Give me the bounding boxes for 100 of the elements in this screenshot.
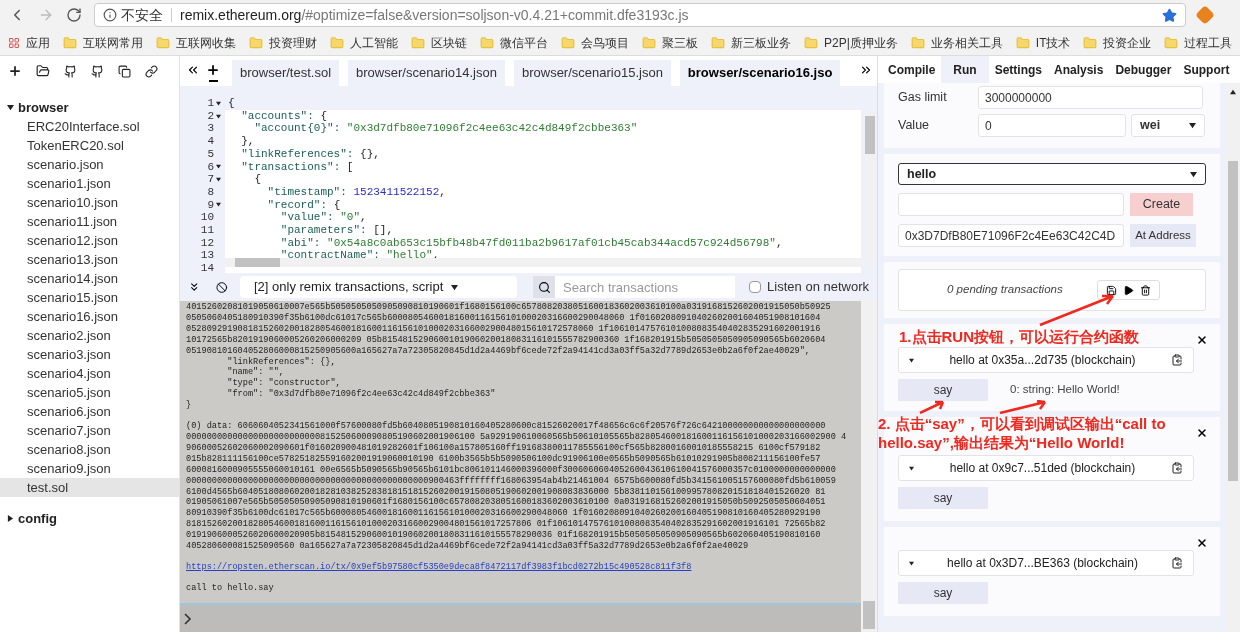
folder-item[interactable]: config	[18, 508, 57, 529]
reload-icon[interactable]	[66, 7, 82, 23]
trash-icon[interactable]	[1139, 284, 1151, 296]
editor-tab[interactable]: browser/scenario14.json	[348, 60, 505, 86]
github-icon[interactable]	[91, 64, 104, 78]
scroll-up-icon[interactable]	[1230, 89, 1236, 95]
gas-limit-field[interactable]: 3000000000	[978, 86, 1203, 109]
file-item[interactable]: scenario5.json	[0, 383, 179, 402]
vertical-scrollbar[interactable]	[1226, 83, 1240, 632]
file-item[interactable]: scenario2.json	[0, 326, 179, 345]
file-item[interactable]: scenario11.json	[0, 212, 179, 231]
bookmark-item[interactable]: 区块链	[411, 33, 467, 52]
caret-icon[interactable]	[909, 357, 914, 363]
create-button[interactable]: Create	[1130, 193, 1193, 216]
file-item[interactable]: scenario.json	[0, 155, 179, 174]
caret-icon[interactable]	[1190, 170, 1197, 178]
bookmark-item[interactable]: 微信平台	[480, 33, 548, 52]
bookmark-item[interactable]: 互联网收集	[156, 33, 236, 52]
file-item[interactable]: scenario15.json	[0, 288, 179, 307]
address-bar[interactable]: 不安全 remix.ethereum.org/#optimize=false&version=soljson-v0.4.21+commit.dfe3193c.js	[94, 3, 1186, 27]
function-button[interactable]: say	[898, 487, 988, 509]
caret-icon[interactable]	[909, 560, 914, 566]
zoom-control-icon[interactable]	[206, 63, 220, 82]
file-item[interactable]: scenario16.json	[0, 307, 179, 326]
file-item[interactable]: scenario13.json	[0, 250, 179, 269]
fold-caret-icon[interactable]	[216, 100, 221, 106]
file-item[interactable]: scenario7.json	[0, 421, 179, 440]
value-field[interactable]: 0	[978, 114, 1126, 137]
copy-icon[interactable]	[1171, 557, 1183, 569]
instance-header[interactable]: hello at 0x3D7...BE363 (blockchain)	[898, 550, 1194, 576]
panel-tab[interactable]: Analysis	[1048, 56, 1110, 83]
copy-icon[interactable]	[1171, 354, 1183, 366]
new-file-icon[interactable]	[8, 64, 22, 78]
bookmark-item[interactable]: 投资企业	[1083, 33, 1152, 52]
fold-caret-icon[interactable]	[216, 202, 221, 208]
file-item[interactable]: scenario14.json	[0, 269, 179, 288]
file-item[interactable]: TokenERC20.sol	[0, 136, 179, 155]
copy-icon[interactable]	[1171, 462, 1183, 474]
file-item[interactable]: test.sol	[0, 478, 179, 497]
close-icon[interactable]	[1196, 427, 1208, 439]
vertical-scrollbar[interactable]	[861, 301, 877, 632]
bookmark-star-icon[interactable]	[1162, 7, 1177, 23]
expand-caret-icon[interactable]	[7, 104, 14, 111]
file-item[interactable]: ERC20Interface.sol	[0, 117, 179, 136]
save-icon[interactable]	[1105, 284, 1117, 296]
expand-caret-icon[interactable]	[7, 515, 14, 522]
bookmark-item[interactable]: 业务相关工具	[910, 33, 1003, 52]
open-folder-icon[interactable]	[36, 64, 50, 78]
bookmark-item[interactable]: 人工智能	[330, 33, 398, 52]
search-field[interactable]: Search transactions	[555, 276, 736, 298]
bookmark-item[interactable]: 投资理财	[249, 33, 317, 52]
transaction-link[interactable]: https://ropsten.etherscan.io/tx/0x9ef5b97580cf5350e9deca8f8472117df3983f1bcd0272b15c490528c811f3f8	[186, 561, 855, 573]
editor-tab[interactable]: browser/test.sol	[232, 60, 340, 86]
panel-tab[interactable]: Compile	[882, 56, 942, 83]
panel-tab[interactable]: Support	[1177, 56, 1236, 83]
panel-tab[interactable]: Run	[941, 56, 989, 83]
file-item[interactable]: scenario8.json	[0, 440, 179, 459]
file-item[interactable]: scenario3.json	[0, 345, 179, 364]
collapse-left-icon[interactable]	[186, 63, 200, 77]
copy-icon[interactable]	[118, 64, 131, 78]
caret-icon[interactable]	[1189, 122, 1196, 129]
github-icon[interactable]	[64, 64, 77, 78]
function-button[interactable]: say	[898, 379, 988, 401]
vertical-scrollbar[interactable]	[865, 112, 875, 262]
close-icon[interactable]	[1196, 334, 1208, 346]
bookmark-item[interactable]: 过程工具	[1164, 33, 1233, 52]
bookmark-item[interactable]: 新三板业务	[711, 33, 791, 52]
folder-item[interactable]: browser	[18, 97, 69, 118]
instance-header[interactable]: hello at 0x35a...2d735 (blockchain)	[898, 347, 1194, 373]
bookmark-item[interactable]: IT技术	[1015, 33, 1071, 52]
bookmark-item[interactable]: 应用	[8, 33, 50, 52]
filter-dropdown[interactable]: [2] only remix transactions, script	[240, 276, 518, 298]
caret-icon[interactable]	[909, 465, 914, 471]
file-item[interactable]: scenario1.json	[0, 174, 179, 193]
file-item[interactable]: scenario12.json	[0, 231, 179, 250]
panel-tab[interactable]: Settings	[988, 56, 1048, 83]
address-field[interactable]: 0x3D7DfB80E71096F2c4Ee63C42C4D	[898, 224, 1124, 247]
file-item[interactable]: scenario6.json	[0, 402, 179, 421]
caret-icon[interactable]	[451, 283, 459, 291]
clear-icon[interactable]	[216, 280, 228, 294]
fold-caret-icon[interactable]	[216, 113, 221, 119]
play-icon[interactable]	[1122, 284, 1134, 296]
bookmark-item[interactable]: P2P|质押业务	[804, 33, 898, 52]
bookmark-item[interactable]: 会鸟项目	[561, 33, 629, 52]
at-address-button[interactable]: At Address	[1130, 224, 1196, 247]
expand-right-icon[interactable]	[859, 63, 873, 77]
file-item[interactable]: scenario10.json	[0, 193, 179, 212]
checkbox[interactable]	[749, 281, 762, 293]
panel-tab[interactable]: Debugger	[1109, 56, 1178, 83]
editor-tab[interactable]: browser/scenario16.jso	[679, 60, 841, 86]
function-button[interactable]: say	[898, 582, 988, 604]
contract-dropdown[interactable]: hello	[898, 163, 1206, 185]
bookmark-item[interactable]: 聚三板	[642, 33, 698, 52]
instance-header[interactable]: hello at 0x9c7...51ded (blockchain)	[898, 455, 1194, 481]
close-icon[interactable]	[1196, 537, 1208, 549]
file-item[interactable]: scenario9.json	[0, 459, 179, 478]
bookmark-item[interactable]: 互联网常用	[63, 33, 143, 52]
unit-dropdown[interactable]: wei	[1131, 114, 1205, 137]
link-icon[interactable]	[145, 64, 158, 78]
horizontal-scrollbar[interactable]	[225, 258, 861, 267]
